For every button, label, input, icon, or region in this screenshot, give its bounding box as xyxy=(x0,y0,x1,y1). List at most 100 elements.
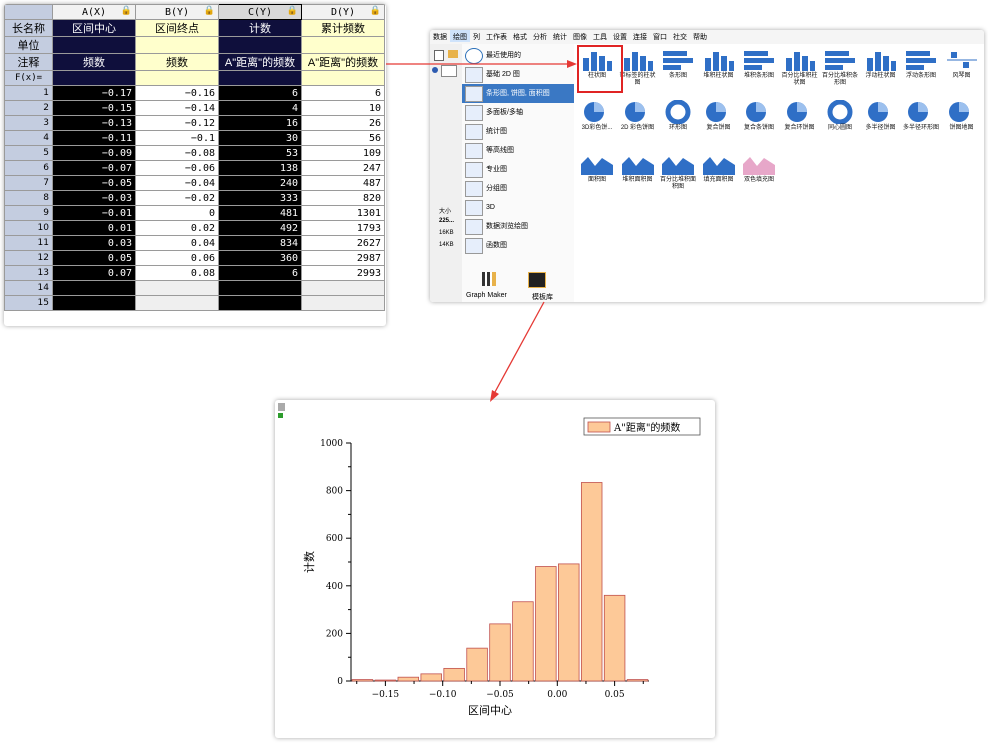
data-cell[interactable]: 0.04 xyxy=(135,235,219,251)
row-number[interactable]: 9 xyxy=(4,205,53,221)
menu-item-8[interactable]: 工具 xyxy=(590,30,610,42)
meta-cell[interactable] xyxy=(301,36,385,54)
data-cell[interactable]: 492 xyxy=(218,220,302,236)
row-label-1[interactable]: 单位 xyxy=(4,36,53,54)
data-cell[interactable]: 2987 xyxy=(301,250,385,266)
plot-tile-18[interactable]: 多半径环形图 xyxy=(902,98,940,144)
plot-tile-7[interactable]: 浮动柱状图 xyxy=(862,46,900,92)
data-cell[interactable]: −0.04 xyxy=(135,175,219,191)
data-cell[interactable]: −0.11 xyxy=(52,130,136,146)
category-item-7[interactable]: 分组图 xyxy=(462,179,574,198)
data-cell[interactable]: 26 xyxy=(301,115,385,131)
category-item-3[interactable]: 多面板/多轴 xyxy=(462,103,574,122)
row-number[interactable]: 1 xyxy=(4,85,53,101)
category-item-9[interactable]: 数据浏览绘图 xyxy=(462,217,574,236)
plot-tile-16[interactable]: 同心圆图 xyxy=(821,98,859,144)
plot-tile-14[interactable]: 复合条饼图 xyxy=(740,98,778,144)
data-cell[interactable]: 0.06 xyxy=(135,250,219,266)
data-cell[interactable]: −0.16 xyxy=(135,85,219,101)
data-cell[interactable]: 138 xyxy=(218,160,302,176)
plot-tile-15[interactable]: 复合环饼图 xyxy=(781,98,819,144)
meta-cell[interactable] xyxy=(52,36,136,54)
data-cell[interactable] xyxy=(135,295,219,311)
meta-cell[interactable] xyxy=(52,70,136,86)
data-cell[interactable]: 53 xyxy=(218,145,302,161)
column-header-0[interactable]: A(X) 🔒 xyxy=(52,4,136,20)
menu-item-4[interactable]: 格式 xyxy=(510,30,530,42)
plot-tile-23[interactable]: 填充面积图 xyxy=(700,150,738,196)
row-number[interactable]: 13 xyxy=(4,265,53,281)
meta-cell[interactable]: 区间中心 xyxy=(52,19,136,37)
corner-cell[interactable] xyxy=(4,4,53,20)
data-cell[interactable]: −0.03 xyxy=(52,190,136,206)
data-cell[interactable]: 1793 xyxy=(301,220,385,236)
layer-icon[interactable] xyxy=(278,403,285,411)
data-cell[interactable]: 333 xyxy=(218,190,302,206)
data-cell[interactable]: 247 xyxy=(301,160,385,176)
data-cell[interactable]: 487 xyxy=(301,175,385,191)
data-cell[interactable]: 240 xyxy=(218,175,302,191)
data-cell[interactable]: −0.13 xyxy=(52,115,136,131)
row-number[interactable]: 11 xyxy=(4,235,53,251)
plot-tile-22[interactable]: 百分比堆积面积图 xyxy=(659,150,697,196)
category-item-5[interactable]: 等高线图 xyxy=(462,141,574,160)
data-cell[interactable]: 0.03 xyxy=(52,235,136,251)
data-cell[interactable]: −0.15 xyxy=(52,100,136,116)
meta-cell[interactable] xyxy=(135,36,219,54)
meta-cell[interactable]: 累计频数 xyxy=(301,19,385,37)
menu-item-5[interactable]: 分析 xyxy=(530,30,550,42)
row-number[interactable]: 10 xyxy=(4,220,53,236)
data-cell[interactable]: −0.05 xyxy=(52,175,136,191)
category-item-10[interactable]: 函数图 xyxy=(462,236,574,255)
meta-cell[interactable] xyxy=(218,36,302,54)
data-cell[interactable]: −0.02 xyxy=(135,190,219,206)
graph-maker-button[interactable]: Graph Maker xyxy=(466,272,507,299)
data-cell[interactable] xyxy=(301,295,385,311)
meta-cell[interactable]: 区间终点 xyxy=(135,19,219,37)
data-cell[interactable]: −0.06 xyxy=(135,160,219,176)
data-cell[interactable]: 6 xyxy=(218,265,302,281)
row-number[interactable]: 4 xyxy=(4,130,53,146)
data-cell[interactable]: 30 xyxy=(218,130,302,146)
data-cell[interactable] xyxy=(218,295,302,311)
row-number[interactable]: 3 xyxy=(4,115,53,131)
data-cell[interactable]: −0.17 xyxy=(52,85,136,101)
category-item-8[interactable]: 3D xyxy=(462,198,574,217)
menu-item-13[interactable]: 帮助 xyxy=(690,30,710,42)
plot-tile-10[interactable]: 3D彩色饼... xyxy=(578,98,616,144)
plot-tile-3[interactable]: 堆积柱状图 xyxy=(700,46,738,92)
template-library-button[interactable]: 模板库 xyxy=(528,272,553,302)
category-item-4[interactable]: 统计图 xyxy=(462,122,574,141)
plot-tile-19[interactable]: 饼图地图 xyxy=(943,98,981,144)
plot-tile-21[interactable]: 堆积面积图 xyxy=(619,150,657,196)
menu-item-10[interactable]: 连接 xyxy=(630,30,650,42)
column-header-2[interactable]: C(Y) 🔒 xyxy=(218,4,302,20)
plot-tile-5[interactable]: 百分比堆积柱状图 xyxy=(781,46,819,92)
row-number[interactable]: 14 xyxy=(4,280,53,296)
data-cell[interactable]: 1301 xyxy=(301,205,385,221)
data-cell[interactable]: −0.08 xyxy=(135,145,219,161)
data-cell[interactable]: 0.05 xyxy=(52,250,136,266)
data-cell[interactable]: 481 xyxy=(218,205,302,221)
data-cell[interactable]: 360 xyxy=(218,250,302,266)
open-folder-icon[interactable] xyxy=(448,50,458,58)
data-cell[interactable]: −0.07 xyxy=(52,160,136,176)
data-cell[interactable]: −0.14 xyxy=(135,100,219,116)
data-cell[interactable]: −0.01 xyxy=(52,205,136,221)
row-number[interactable]: 7 xyxy=(4,175,53,191)
row-number[interactable]: 15 xyxy=(4,295,53,311)
new-icon[interactable] xyxy=(434,50,444,61)
data-cell[interactable]: 0.01 xyxy=(52,220,136,236)
data-cell[interactable]: 2627 xyxy=(301,235,385,251)
row-label-0[interactable]: 长名称 xyxy=(4,19,53,37)
row-number[interactable]: 2 xyxy=(4,100,53,116)
meta-cell[interactable]: A"距离"的频数 xyxy=(218,53,302,71)
category-item-6[interactable]: 专业图 xyxy=(462,160,574,179)
plot-tile-9[interactable]: 风琴图 xyxy=(943,46,981,92)
menu-item-12[interactable]: 社交 xyxy=(670,30,690,42)
category-item-1[interactable]: 基础 2D 图 xyxy=(462,65,574,84)
menu-item-11[interactable]: 窗口 xyxy=(650,30,670,42)
data-cell[interactable]: 56 xyxy=(301,130,385,146)
row-number[interactable]: 6 xyxy=(4,160,53,176)
data-cell[interactable]: 6 xyxy=(218,85,302,101)
